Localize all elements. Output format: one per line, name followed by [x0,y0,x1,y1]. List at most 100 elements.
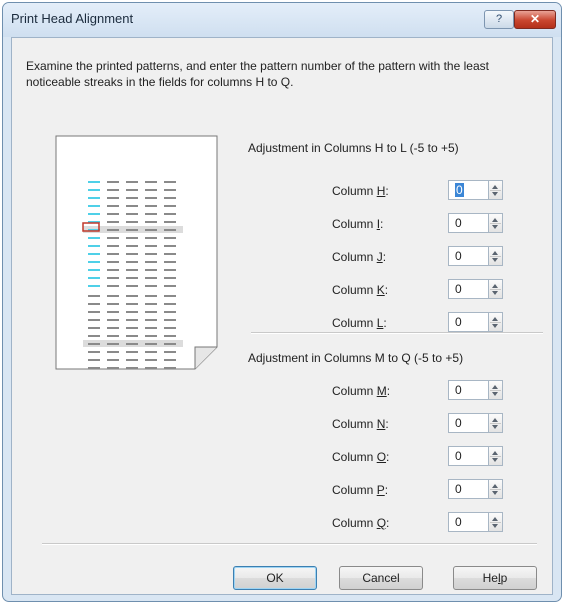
column-k-spinner[interactable] [489,279,503,299]
spin-up-icon[interactable] [492,251,498,255]
pattern-dash [107,303,119,305]
column-label-suffix: : [385,184,389,198]
column-accel-key: O [376,450,387,464]
column-label-suffix: : [386,384,391,398]
spin-down-icon[interactable] [492,324,498,328]
spin-divider [490,256,501,257]
spin-down-icon[interactable] [492,425,498,429]
column-k-input[interactable]: 0 [448,279,489,299]
pattern-dash [88,351,100,353]
pattern-dash [126,367,138,369]
footer-separator [42,543,537,545]
group-separator [251,332,543,334]
ok-button-label: OK [266,571,284,585]
spin-down-icon[interactable] [492,192,498,196]
spin-down-icon[interactable] [492,225,498,229]
pattern-dash [88,303,100,305]
column-row-i: Column I: 0 [12,213,554,237]
spin-down-icon[interactable] [492,291,498,295]
column-i-input[interactable]: 0 [448,213,489,233]
question-mark-icon[interactable]: ? [484,10,514,29]
cancel-button[interactable]: Cancel [339,566,423,590]
pattern-dash [126,351,138,353]
spin-up-icon[interactable] [492,185,498,189]
pattern-dash [164,303,176,305]
column-m-spinner[interactable] [489,380,503,400]
column-label-prefix: Column [332,283,377,297]
column-label-prefix: Column [332,450,377,464]
title-bar[interactable]: Print Head Alignment ? ✕ [3,3,561,37]
column-label-suffix: : [383,316,387,330]
pattern-dash [164,237,176,239]
spin-up-icon[interactable] [492,484,498,488]
column-row-k: Column K: 0 [12,279,554,303]
pattern-dash [126,359,138,361]
spin-down-icon[interactable] [492,258,498,262]
close-glyph: ✕ [529,12,541,26]
column-row-h: Column H: 0 [12,180,554,204]
spin-up-icon[interactable] [492,284,498,288]
pattern-dash [145,367,157,369]
column-label-p: Column P: [332,483,388,497]
pattern-dash [145,343,157,345]
ok-button[interactable]: OK [233,566,317,590]
spin-down-icon[interactable] [492,524,498,528]
column-j-spinner[interactable] [489,246,503,266]
column-label-prefix: Column [332,384,377,398]
column-o-spinner[interactable] [489,446,503,466]
column-label-l: Column L: [332,316,387,330]
spin-down-icon[interactable] [492,491,498,495]
column-h-input[interactable]: 0 [448,180,489,200]
spin-up-icon[interactable] [492,451,498,455]
pattern-dash [126,343,138,345]
column-label-prefix: Column [332,516,377,530]
pattern-dash [88,237,100,239]
pattern-dash [126,237,138,239]
pattern-dash [88,343,100,345]
column-value: 0 [455,383,462,397]
pattern-dash [145,237,157,239]
column-value: 0 [455,216,462,230]
help-button[interactable]: Help [453,566,537,590]
column-label-k: Column K: [332,283,388,297]
pattern-dash [145,351,157,353]
column-value: 0 [455,282,462,296]
column-label-suffix: : [380,217,384,231]
column-m-input[interactable]: 0 [448,380,489,400]
help-suffix: p [500,571,508,585]
column-label-suffix: : [386,450,390,464]
group1-title: Adjustment in Columns H to L (-5 to +5) [248,141,459,155]
column-j-input[interactable]: 0 [448,246,489,266]
spin-up-icon[interactable] [492,218,498,222]
column-row-j: Column J: 0 [12,246,554,270]
pattern-dash [107,359,119,361]
column-n-spinner[interactable] [489,413,503,433]
column-q-spinner[interactable] [489,512,503,532]
close-icon[interactable]: ✕ [514,10,556,29]
column-o-input[interactable]: 0 [448,446,489,466]
spin-up-icon[interactable] [492,517,498,521]
column-label-q: Column Q: [332,516,389,530]
spin-down-icon[interactable] [492,392,498,396]
pattern-dash [88,205,100,207]
column-l-input[interactable]: 0 [448,312,489,332]
column-label-m: Column M: [332,384,390,398]
spin-up-icon[interactable] [492,317,498,321]
spin-divider [490,390,501,391]
column-p-spinner[interactable] [489,479,503,499]
column-accel-key: K [376,283,385,297]
column-l-spinner[interactable] [489,312,503,332]
spin-up-icon[interactable] [492,418,498,422]
spin-down-icon[interactable] [492,458,498,462]
column-label-prefix: Column [332,316,377,330]
column-q-input[interactable]: 0 [448,512,489,532]
column-h-spinner[interactable] [489,180,503,200]
spin-up-icon[interactable] [492,385,498,389]
column-accel-key: P [376,483,385,497]
column-n-input[interactable]: 0 [448,413,489,433]
column-p-input[interactable]: 0 [448,479,489,499]
column-i-spinner[interactable] [489,213,503,233]
column-label-prefix: Column [332,483,377,497]
column-label-suffix: : [384,483,389,497]
column-label-o: Column O: [332,450,389,464]
